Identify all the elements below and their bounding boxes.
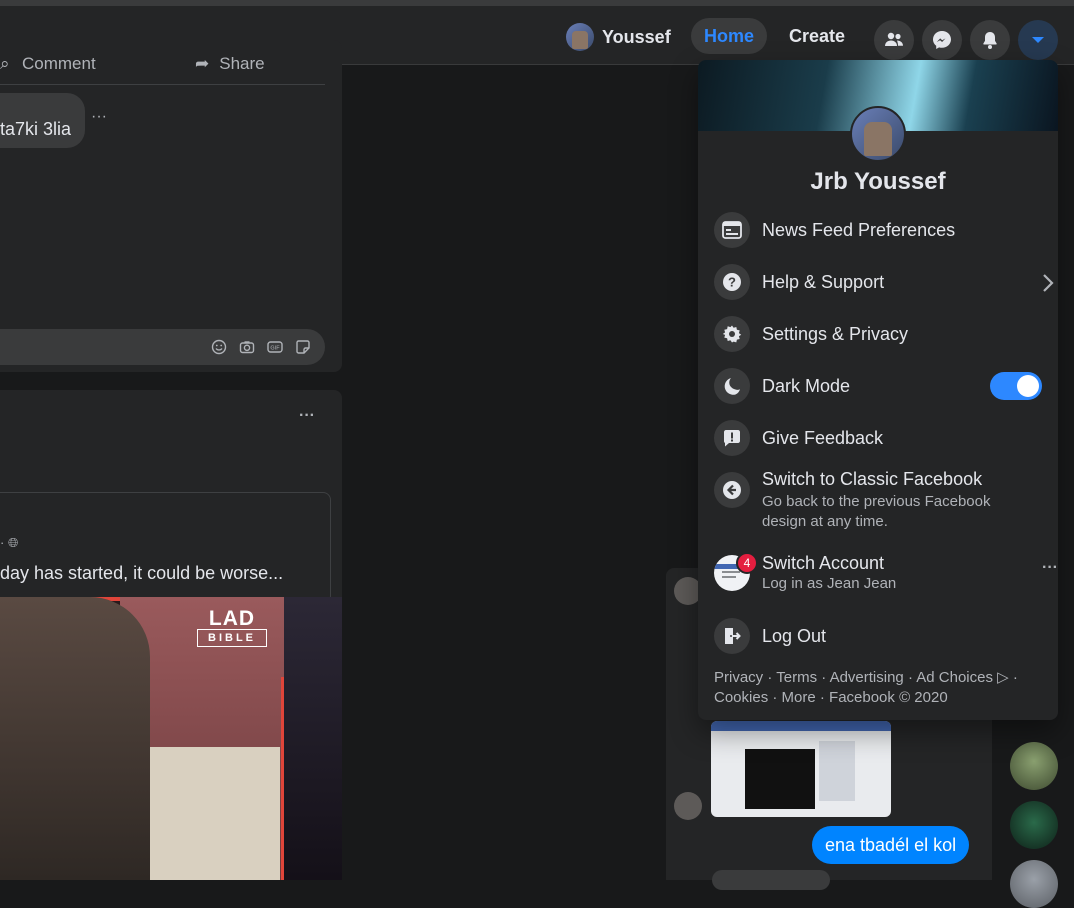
comment-icon: ⌕	[0, 54, 10, 73]
watermark-top: LAD	[208, 607, 256, 630]
avatar	[674, 792, 702, 820]
account-menu-button[interactable]	[1018, 20, 1058, 60]
news-feed-icon	[714, 212, 750, 248]
menu-item-sublabel: Log in as Jean Jean	[762, 575, 897, 592]
svg-text:?: ?	[728, 275, 736, 290]
menu-item-switch-classic[interactable]: Switch to Classic Facebook Go back to th…	[714, 468, 1044, 534]
chat-bubble-partial	[712, 870, 830, 890]
emoji-icon[interactable]	[211, 339, 227, 355]
comment-text: ta7ki 3lia	[0, 119, 72, 139]
moon-icon	[714, 368, 750, 404]
menu-item-label: Help & Support	[762, 271, 885, 292]
menu-item-label: Give Feedback	[762, 427, 884, 448]
svg-text:GIF: GIF	[270, 346, 280, 352]
contact-avatar[interactable]	[1010, 742, 1058, 790]
profile-shortcut[interactable]: Youssef	[566, 22, 671, 52]
notifications-button[interactable]	[970, 20, 1010, 60]
thumb-column	[819, 741, 855, 801]
account-options-button[interactable]: ···	[1042, 559, 1058, 577]
bell-icon	[983, 32, 997, 49]
friends-button[interactable]	[874, 20, 914, 60]
contact-avatar[interactable]	[1010, 801, 1058, 849]
menu-item-label: Dark Mode	[762, 375, 851, 396]
share-action[interactable]: ➦ Share	[195, 54, 265, 74]
account-thumb-line	[722, 571, 740, 573]
menu-item-news-feed-preferences[interactable]: News Feed Preferences	[714, 208, 1044, 252]
logout-icon	[714, 618, 750, 654]
menu-item-help-support[interactable]: ? Help & Support	[714, 260, 1054, 304]
account-dropdown-menu: Jrb Youssef News Feed Preferences ? Help…	[698, 60, 1058, 720]
friends-icon	[885, 32, 903, 46]
comment-options-button[interactable]: ···	[91, 108, 107, 126]
profile-avatar[interactable]	[850, 106, 906, 162]
menu-item-label: News Feed Preferences	[762, 219, 956, 240]
thumb-photo	[745, 749, 815, 809]
avatar	[566, 23, 594, 51]
messenger-icon	[933, 31, 951, 49]
video-watermark: LAD BIBLE	[196, 607, 268, 647]
post-options-button[interactable]: ···	[299, 407, 315, 425]
menu-item-text: Switch to Classic Facebook Go back to th…	[762, 468, 1032, 532]
video-cabinet	[150, 747, 280, 880]
menu-item-label: Settings & Privacy	[762, 323, 909, 344]
menu-item-sublabel: Go back to the previous Facebook design …	[762, 493, 991, 530]
shared-post-text: day has started, it could be worse...	[0, 563, 284, 583]
menu-item-text: Switch Account Log in as Jean Jean	[762, 552, 896, 594]
chat-message: ena tbadél el kol	[812, 826, 970, 864]
contact-avatar[interactable]	[1010, 860, 1058, 908]
divider	[0, 84, 325, 85]
gear-icon	[714, 316, 750, 352]
comment-action[interactable]: ⌕ Comment	[0, 54, 96, 74]
home-button[interactable]: Home	[691, 18, 767, 54]
camera-icon[interactable]	[239, 339, 255, 355]
shared-post-preview[interactable]	[0, 492, 331, 604]
menu-item-give-feedback[interactable]: Give Feedback	[714, 416, 1044, 460]
chevron-right-icon	[1043, 274, 1054, 292]
menu-item-switch-account[interactable]: Switch Account Log in as Jean Jean ···	[714, 550, 1058, 596]
create-button[interactable]: Create	[779, 18, 855, 54]
public-globe-icon: · 🌐︎	[0, 535, 19, 550]
watermark-bottom: BIBLE	[197, 629, 267, 647]
share-action-label: Share	[219, 54, 265, 73]
chat-screenshot-image[interactable]	[711, 721, 891, 817]
thumb-header	[711, 721, 891, 731]
comment-action-label: Comment	[22, 54, 96, 73]
menu-item-settings-privacy[interactable]: Settings & Privacy	[714, 312, 1044, 356]
menu-item-label: Switch to Classic Facebook	[762, 469, 983, 489]
messenger-button[interactable]	[922, 20, 962, 60]
caret-down-icon	[1032, 37, 1044, 43]
menu-item-log-out[interactable]: Log Out	[714, 614, 1044, 658]
dark-mode-toggle[interactable]	[990, 372, 1042, 400]
video-dark-side	[284, 597, 342, 880]
menu-item-label: Switch Account	[762, 553, 885, 573]
post-card	[0, 40, 342, 372]
video-person	[0, 597, 150, 880]
footer-links[interactable]: Privacy · Terms · Advertising · Ad Choic…	[714, 668, 1044, 708]
notification-count-badge: 4	[736, 552, 758, 574]
comment-input-icons: GIF	[211, 339, 311, 355]
profile-name: Youssef	[602, 26, 671, 47]
menu-item-label: Log Out	[762, 625, 827, 646]
gif-icon[interactable]: GIF	[267, 339, 283, 355]
back-arrow-icon	[714, 472, 750, 508]
video-player[interactable]: LAD BIBLE	[0, 597, 342, 880]
help-icon: ?	[714, 264, 750, 300]
share-icon: ➦	[195, 54, 210, 73]
sticker-icon[interactable]	[295, 339, 311, 355]
account-thumb-line	[722, 576, 736, 578]
profile-name-heading[interactable]: Jrb Youssef	[698, 168, 1058, 196]
feedback-icon	[714, 420, 750, 456]
